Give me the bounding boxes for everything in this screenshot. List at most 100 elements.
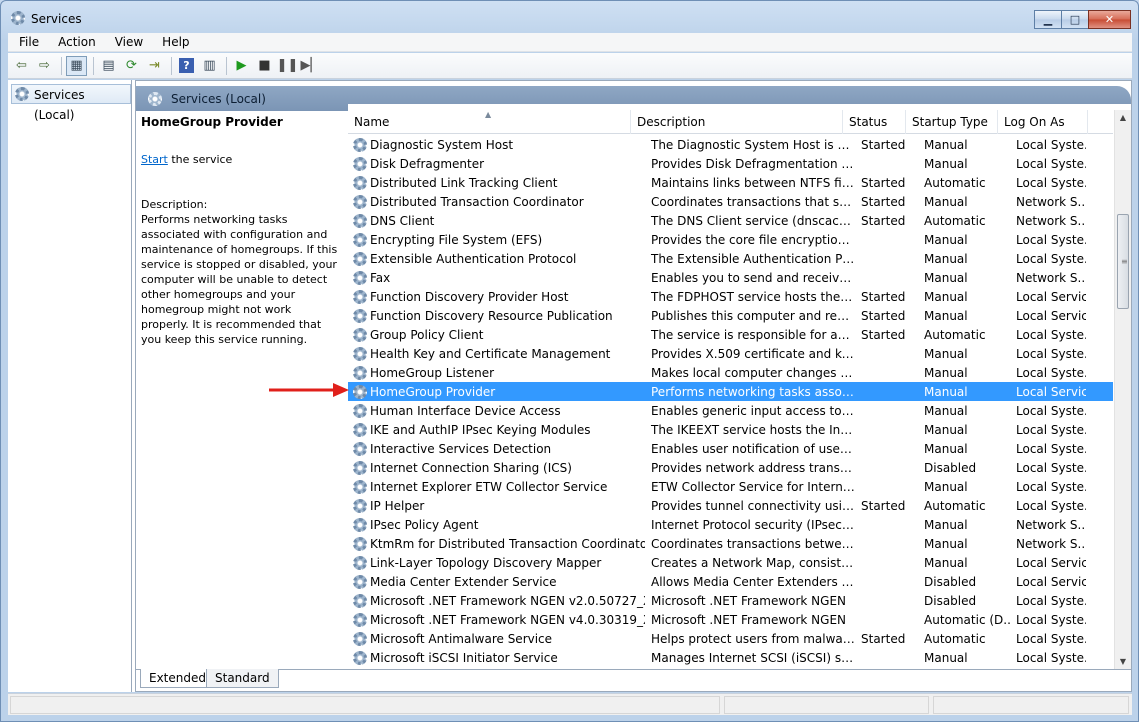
service-row[interactable]: Distributed Link Tracking Client Maintain… (348, 173, 1113, 192)
service-gear-icon (353, 612, 367, 627)
service-logon-cell: Local Service (1016, 555, 1086, 570)
column-header-startup-type[interactable]: Startup Type (906, 110, 998, 134)
service-row[interactable]: Function Discovery Resource Publication P… (348, 306, 1113, 325)
service-startup-cell: Manual (924, 308, 968, 323)
service-logon-cell: Local Syste... (1016, 403, 1086, 418)
tree-item-services-local[interactable]: Services (Local) (11, 84, 131, 122)
tree-item-label: Services (Local) (34, 88, 85, 122)
service-row[interactable]: Encrypting File System (EFS) Provides the… (348, 230, 1113, 249)
service-row[interactable]: Internet Connection Sharing (ICS) Provide… (348, 458, 1113, 477)
start-service-button[interactable]: ▶ (231, 56, 252, 76)
vertical-scrollbar[interactable]: ▲ ≡ ▼ (1114, 110, 1131, 670)
service-row[interactable]: Disk Defragmenter Provides Disk Defragmen… (348, 154, 1113, 173)
service-row[interactable]: Extensible Authentication Protocol The Ex… (348, 249, 1113, 268)
column-header-status[interactable]: Status (843, 110, 906, 134)
pause-service-button[interactable]: ❚❚ (277, 56, 299, 76)
service-row[interactable]: Diagnostic System Host The Diagnostic Sys… (348, 135, 1113, 154)
service-description-cell: Makes local computer changes ass... (651, 365, 855, 380)
service-gear-icon (353, 403, 367, 418)
service-rows: Diagnostic System Host The Diagnostic Sys… (348, 135, 1113, 667)
service-row[interactable]: Health Key and Certificate Management Pro… (348, 344, 1113, 363)
service-row[interactable]: Human Interface Device Access Enables gen… (348, 401, 1113, 420)
service-row[interactable]: Internet Explorer ETW Collector Service E… (348, 477, 1113, 496)
export-list-icon: ⇥ (149, 58, 160, 73)
service-logon-cell: Local Syste... (1016, 460, 1086, 475)
scroll-thumb[interactable]: ≡ (1117, 214, 1129, 309)
export-list-button[interactable]: ⇥ (144, 56, 165, 76)
service-name-cell: Function Discovery Resource Publication (370, 308, 613, 323)
back-button[interactable]: ⇦ (11, 56, 32, 76)
refresh-button[interactable]: ⟳ (121, 56, 142, 76)
menu-action[interactable]: Action (47, 33, 104, 52)
service-row[interactable]: IKE and AuthIP IPsec Keying Modules The I… (348, 420, 1113, 439)
maximize-icon: □ (1069, 13, 1081, 26)
close-button[interactable]: ✕ (1088, 10, 1131, 29)
properties-button[interactable]: ▤ (98, 56, 119, 76)
service-row[interactable]: Microsoft Antimalware Service Helps prote… (348, 629, 1113, 648)
service-row[interactable]: Group Policy Client The service is respon… (348, 325, 1113, 344)
column-header-name[interactable]: ▲ Name (348, 110, 631, 134)
toolbar-separator (93, 56, 94, 75)
service-row[interactable]: IPsec Policy Agent Internet Protocol secu… (348, 515, 1113, 534)
selected-service-name: HomeGroup Provider (141, 115, 283, 129)
show-hide-tree-button[interactable]: ▦ (66, 55, 87, 76)
forward-button[interactable]: ⇨ (34, 56, 55, 76)
service-startup-cell: Manual (924, 251, 968, 266)
service-row[interactable]: Microsoft .NET Framework NGEN v2.0.50727… (348, 591, 1113, 610)
service-row[interactable]: IP Helper Provides tunnel connectivity us… (348, 496, 1113, 515)
service-row[interactable]: HomeGroup Listener Makes local computer c… (348, 363, 1113, 382)
service-logon-cell: Network S... (1016, 270, 1086, 285)
service-logon-cell: Local Syste... (1016, 175, 1086, 190)
menu-view[interactable]: View (104, 33, 151, 52)
column-header-log-on-as[interactable]: Log On As (998, 110, 1088, 134)
service-row[interactable]: Media Center Extender Service Allows Medi… (348, 572, 1113, 591)
service-row[interactable]: KtmRm for Distributed Transaction Coordi… (348, 534, 1113, 553)
start-service-link[interactable]: Start (141, 153, 168, 166)
service-description-cell: Microsoft .NET Framework NGEN (651, 612, 847, 627)
maximize-button[interactable]: □ (1061, 10, 1089, 29)
service-description-cell: Provides network address translatio... (651, 460, 855, 475)
service-logon-cell: Local Syste... (1016, 593, 1086, 608)
column-header-label: Description (637, 115, 706, 129)
service-description-cell: Provides the core file encryption tec... (651, 232, 855, 247)
service-row[interactable]: DNS Client The DNS Client service (dnscac… (348, 211, 1113, 230)
service-description-cell: Manages Internet SCSI (iSCSI) sessio... (651, 650, 855, 665)
help-button[interactable]: ? (176, 56, 197, 76)
scroll-down-icon[interactable]: ▼ (1115, 654, 1131, 670)
service-startup-cell: Disabled (924, 574, 977, 589)
column-header-description[interactable]: Description (631, 110, 843, 134)
service-row[interactable]: HomeGroup Provider Performs networking ta… (348, 382, 1113, 401)
service-name-cell: Distributed Link Tracking Client (370, 175, 558, 190)
service-logon-cell: Local Service (1016, 308, 1086, 323)
service-name-cell: Function Discovery Provider Host (370, 289, 569, 304)
tab-extended[interactable]: Extended (140, 669, 215, 688)
service-row[interactable]: Distributed Transaction Coordinator Coord… (348, 192, 1113, 211)
service-row[interactable]: Fax Enables you to send and receive fax..… (348, 268, 1113, 287)
service-name-cell: Human Interface Device Access (370, 403, 561, 418)
menu-help[interactable]: Help (151, 33, 197, 52)
service-startup-cell: Manual (924, 536, 968, 551)
service-startup-cell: Disabled (924, 593, 977, 608)
menu-file[interactable]: File (8, 33, 47, 52)
service-description-cell: Provides Disk Defragmentation Cap... (651, 156, 855, 171)
service-gear-icon (353, 270, 367, 285)
service-row[interactable]: Microsoft .NET Framework NGEN v4.0.30319… (348, 610, 1113, 629)
service-row[interactable]: Function Discovery Provider Host The FDPH… (348, 287, 1113, 306)
service-logon-cell: Local Syste... (1016, 327, 1086, 342)
service-row[interactable]: Microsoft iSCSI Initiator Service Manages… (348, 648, 1113, 667)
tab-standard[interactable]: Standard (206, 669, 279, 688)
service-row[interactable]: Interactive Services Detection Enables us… (348, 439, 1113, 458)
stop-service-button[interactable]: ■ (254, 56, 275, 76)
scroll-up-icon[interactable]: ▲ (1115, 110, 1131, 126)
service-gear-icon (353, 289, 367, 304)
service-logon-cell: Network S... (1016, 517, 1086, 532)
service-description-cell: The IKEEXT service hosts the Interne... (651, 422, 855, 437)
title-bar[interactable]: Services ▁ □ ✕ (1, 1, 1138, 33)
status-cell (933, 696, 1129, 714)
minimize-button[interactable]: ▁ (1034, 10, 1062, 29)
service-row[interactable]: Link-Layer Topology Discovery Mapper Crea… (348, 553, 1113, 572)
restart-service-button[interactable]: ▶▏ (300, 56, 321, 76)
status-bar (8, 693, 1132, 715)
show-action-pane-button[interactable]: ▥ (199, 56, 220, 76)
service-logon-cell: Local Syste... (1016, 479, 1086, 494)
